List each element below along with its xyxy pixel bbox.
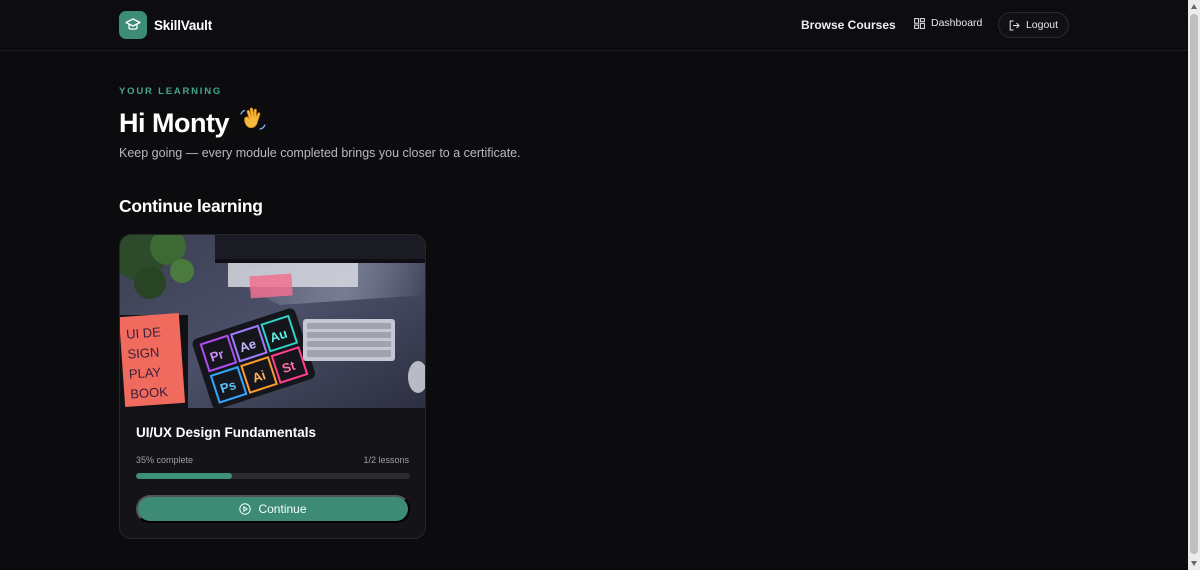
- top-navigation-bar: SkillVault Browse Courses Dashboard Logo…: [0, 0, 1188, 51]
- greeting-text: Hi Monty: [119, 108, 230, 138]
- graduation-cap-icon: [119, 11, 147, 39]
- continue-course-button[interactable]: Continue: [136, 495, 410, 523]
- brand-logo[interactable]: SkillVault: [119, 11, 212, 39]
- logout-label: Logout: [1025, 19, 1059, 31]
- continue-learning-heading: Continue learning: [119, 196, 263, 216]
- brand-name: SkillVault: [154, 17, 213, 33]
- svg-text:SIGN: SIGN: [127, 344, 160, 361]
- section-eyebrow: YOUR LEARNING: [119, 86, 223, 97]
- scroll-up-arrow-icon[interactable]: [1191, 4, 1197, 9]
- page-title: Hi Monty: [119, 105, 268, 142]
- progress-percent-label: 35% complete: [136, 455, 194, 465]
- continue-button-label: Continue: [258, 502, 307, 516]
- course-card[interactable]: UI DE SIGN PLAY BOOK Pr Ae Au Ps Ai St U…: [119, 234, 426, 539]
- svg-text:PLAY: PLAY: [128, 364, 162, 381]
- lessons-count-label: 1/2 lessons: [363, 455, 409, 465]
- play-circle-icon: [239, 503, 252, 515]
- course-progress-bar: [136, 473, 410, 479]
- waving-hand-icon: [238, 105, 268, 142]
- course-thumbnail: UI DE SIGN PLAY BOOK Pr Ae Au Ps Ai St: [120, 235, 425, 410]
- page: SkillVault Browse Courses Dashboard Logo…: [0, 0, 1200, 570]
- page-subtitle: Keep going — every module completed brin…: [119, 146, 521, 160]
- nav-browse-courses[interactable]: Browse Courses: [801, 18, 896, 32]
- vertical-scrollbar[interactable]: [1188, 0, 1200, 570]
- scroll-down-arrow-icon[interactable]: [1191, 561, 1197, 566]
- scrollbar-thumb[interactable]: [1190, 14, 1198, 554]
- course-title[interactable]: UI/UX Design Fundamentals: [136, 425, 316, 440]
- logout-button[interactable]: Logout: [998, 12, 1069, 38]
- nav-dashboard-label: Dashboard: [931, 17, 983, 29]
- svg-text:UI DE: UI DE: [126, 324, 162, 341]
- nav-dashboard[interactable]: Dashboard: [914, 17, 982, 29]
- logout-icon: [1009, 20, 1020, 30]
- dashboard-grid-icon: [914, 17, 925, 29]
- course-progress-fill: [136, 473, 232, 479]
- svg-text:BOOK: BOOK: [130, 384, 169, 402]
